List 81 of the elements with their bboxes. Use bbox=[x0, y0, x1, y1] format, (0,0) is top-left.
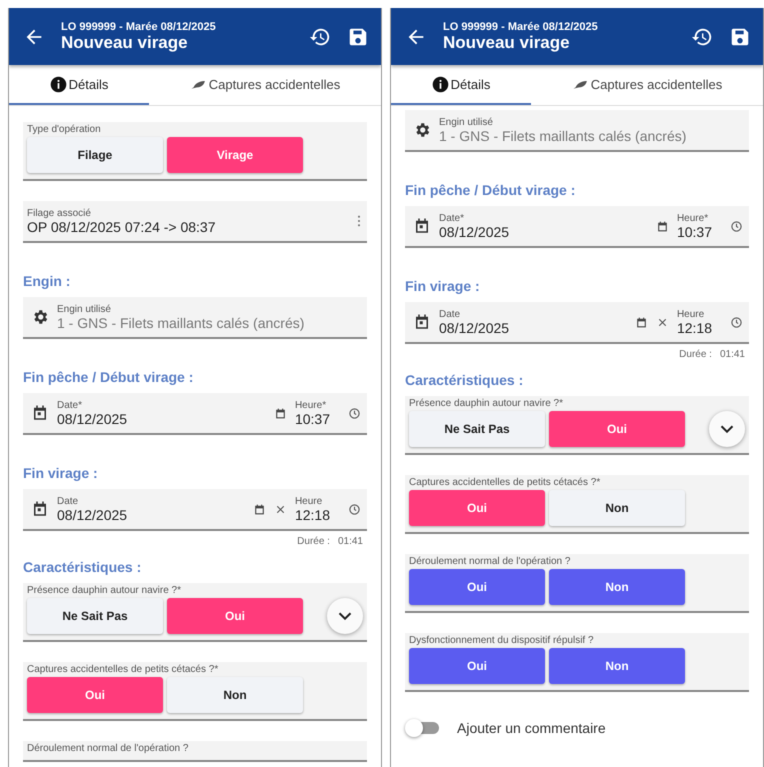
section-heading: Engin : bbox=[23, 273, 72, 289]
select-field[interactable]: Filage associé OP 08/12/2025 07:24 -> 08:37 bbox=[23, 201, 367, 243]
field-label: Date* bbox=[57, 400, 84, 410]
calendar-icon[interactable] bbox=[656, 220, 669, 232]
answer-button[interactable]: Oui bbox=[409, 569, 545, 605]
question-label: Captures accidentelles de petits cétacés ?* bbox=[409, 477, 602, 488]
field-value: OP 08/12/2025 07:24 -> 08:37 bbox=[27, 218, 216, 234]
answer-button[interactable]: Oui bbox=[409, 648, 545, 684]
tab[interactable]: Détails bbox=[9, 65, 149, 105]
question-label: Déroulement normal de l'opération ? bbox=[27, 743, 190, 754]
answer-button[interactable]: Non bbox=[549, 490, 685, 526]
answer-button[interactable]: Non bbox=[549, 569, 685, 605]
calendar-icon bbox=[413, 217, 431, 235]
date-value: 08/12/2025 bbox=[439, 320, 510, 336]
section-heading: Fin virage : bbox=[405, 278, 481, 294]
toggle-label: Ajouter un commentaire bbox=[457, 720, 606, 736]
date-value: 08/12/2025 bbox=[57, 410, 128, 426]
tab[interactable]: Captures accidentelles bbox=[149, 65, 381, 105]
field-value: 1 - GNS - Filets maillants calés (ancrés) bbox=[57, 314, 304, 330]
date-value: 08/12/2025 bbox=[57, 506, 128, 522]
trip-subtitle: LO 999999 - Marée 08/12/2025 bbox=[61, 20, 217, 32]
expand-button[interactable] bbox=[709, 411, 745, 447]
time-value: 12:18 bbox=[294, 506, 330, 522]
question-label: Dysfonctionnement du dispositif répulsif ? bbox=[409, 635, 595, 646]
question-label: Captures accidentelles de petits cétacés ?* bbox=[27, 664, 220, 675]
date-time-field[interactable]: Date* 08/12/2025 Heure* 10:37 bbox=[405, 206, 749, 248]
duration-value: 01:41 bbox=[720, 349, 745, 360]
field-label: Date bbox=[57, 496, 80, 506]
field-value: 1 - GNS - Filets maillants calés (ancrés) bbox=[439, 128, 686, 144]
calendar-icon bbox=[413, 313, 431, 331]
expand-button[interactable] bbox=[327, 598, 363, 634]
tab[interactable]: Captures accidentelles bbox=[531, 65, 763, 105]
question-label: Type d'opération bbox=[27, 124, 102, 135]
calendar-icon[interactable] bbox=[252, 502, 266, 516]
calendar-icon[interactable] bbox=[634, 316, 648, 328]
section-heading: Fin pêche / Début virage : bbox=[405, 182, 576, 198]
duration-label: Durée : bbox=[679, 349, 712, 360]
question-label: Présence dauphin autour navire ?* bbox=[409, 398, 564, 409]
time-value: 10:37 bbox=[294, 410, 330, 426]
more-options-icon[interactable] bbox=[357, 215, 361, 227]
info-icon bbox=[432, 76, 449, 92]
trip-subtitle: LO 999999 - Marée 08/12/2025 bbox=[443, 20, 599, 32]
answer-button[interactable]: Filage bbox=[27, 137, 163, 173]
calendar-icon bbox=[31, 500, 49, 518]
clock-icon[interactable] bbox=[730, 220, 743, 232]
screen-title: Nouveau virage bbox=[443, 32, 571, 52]
time-value: 10:37 bbox=[676, 224, 712, 240]
section-heading: Caractéristiques : bbox=[405, 372, 524, 388]
time-value: 12:18 bbox=[676, 320, 712, 336]
field-label: Heure bbox=[294, 496, 324, 506]
section-heading: Fin virage : bbox=[23, 465, 99, 481]
date-time-field[interactable]: Date 08/12/2025 Heure 12:18 bbox=[405, 302, 749, 344]
answer-button[interactable]: Non bbox=[167, 677, 303, 713]
answer-button[interactable]: Ne Sait Pas bbox=[27, 598, 163, 634]
calendar-icon[interactable] bbox=[274, 406, 287, 420]
field-label: Filage associé bbox=[27, 208, 92, 218]
date-value: 08/12/2025 bbox=[439, 224, 510, 240]
field-label: Heure bbox=[676, 308, 706, 320]
clock-icon[interactable] bbox=[348, 502, 361, 516]
answer-button[interactable]: Ne Sait Pas bbox=[409, 411, 545, 447]
screen-title: Nouveau virage bbox=[61, 32, 189, 52]
clock-icon[interactable] bbox=[348, 406, 361, 420]
question-label: Déroulement normal de l'opération ? bbox=[409, 556, 572, 567]
date-time-field[interactable]: Date* 08/12/2025 Heure* 10:37 bbox=[23, 393, 367, 435]
duration-value: 01:41 bbox=[338, 536, 363, 547]
tab[interactable]: Détails bbox=[391, 65, 531, 105]
field-label: Heure* bbox=[294, 400, 328, 410]
field-label: Engin utilisé bbox=[57, 304, 112, 314]
field-label: Heure* bbox=[676, 212, 710, 224]
field-label: Date bbox=[439, 308, 462, 320]
field-label: Date* bbox=[439, 212, 466, 224]
field-label: Engin utilisé bbox=[439, 116, 494, 128]
clock-icon[interactable] bbox=[730, 316, 743, 328]
date-time-field[interactable]: Date 08/12/2025 Heure 12:18 bbox=[23, 489, 367, 531]
info-icon bbox=[50, 76, 67, 92]
section-heading: Caractéristiques : bbox=[23, 559, 142, 575]
question-label: Présence dauphin autour navire ?* bbox=[27, 585, 182, 596]
calendar-icon bbox=[31, 404, 49, 422]
section-heading: Fin pêche / Début virage : bbox=[23, 369, 194, 385]
answer-button[interactable]: Non bbox=[549, 648, 685, 684]
duration-label: Durée : bbox=[297, 536, 330, 547]
